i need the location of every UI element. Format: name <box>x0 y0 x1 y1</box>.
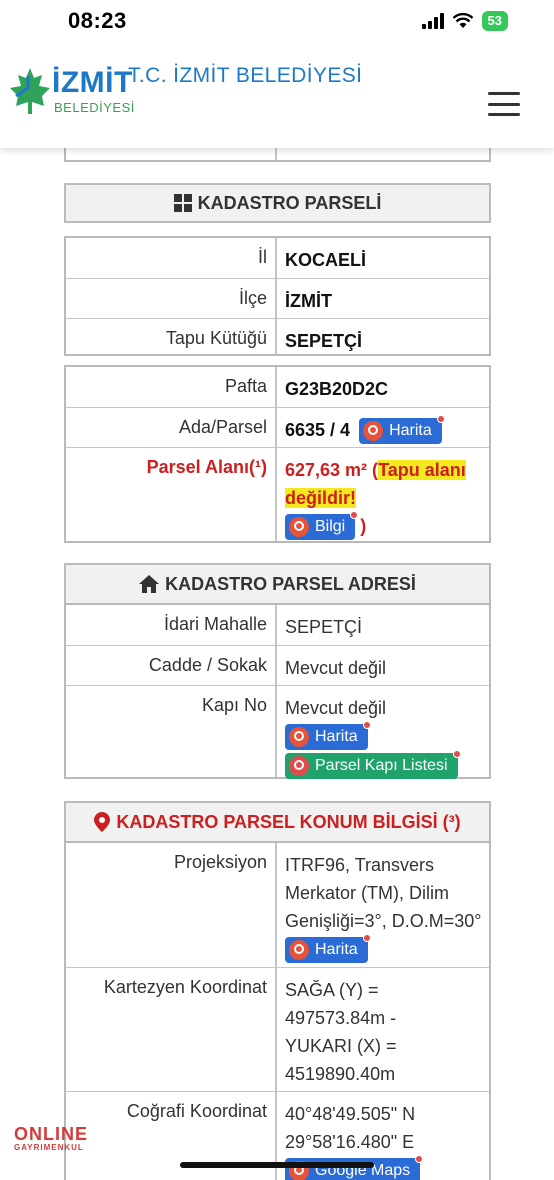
table-row: Projeksiyon ITRF96, Transvers Merkator (… <box>66 843 489 967</box>
status-icons: 53 <box>421 11 508 31</box>
plus-icon <box>289 755 309 776</box>
status-bar: 08:23 53 <box>0 0 554 44</box>
parcel-location-info-table: Projeksiyon ITRF96, Transvers Merkator (… <box>64 841 491 1180</box>
harita-button[interactable]: Harita <box>285 721 371 751</box>
parcel-detail-table: Pafta G23B20D2C Ada/Parsel 6635 / 4 Hari… <box>64 365 491 543</box>
parcel-location-table: İl KOCAELİ İlçe İZMİT Tapu Kütüğü SEPETÇ… <box>64 236 491 356</box>
globe-icon <box>289 517 309 538</box>
section-header-kadastro-parseli: KADASTRO PARSELİ <box>64 183 491 223</box>
logo-izmit-text: İZMİT <box>52 66 133 99</box>
harita-button[interactable]: Harita <box>359 415 445 445</box>
grid-icon <box>173 194 192 212</box>
table-row: Cadde / Sokak Mevcut değil <box>66 645 489 685</box>
hamburger-menu-icon[interactable] <box>488 92 520 116</box>
cellular-signal-icon <box>421 13 444 29</box>
ada-parsel-value: 6635 / 4 <box>285 420 351 440</box>
table-row: İlçe İZMİT <box>66 278 489 318</box>
table-row: Kapı No Mevcut değil Harita Parsel Kapı … <box>66 685 489 779</box>
globe-icon <box>289 727 309 748</box>
home-indicator[interactable] <box>180 1162 374 1168</box>
bilgi-button[interactable]: Bilgi <box>285 511 359 541</box>
table-row: Ada/Parsel 6635 / 4 Harita <box>66 407 489 447</box>
harita-button[interactable]: Harita <box>285 934 371 964</box>
site-header: İZMİT BELEDİYESİ T.C. İZMİT BELEDİYESİ <box>0 44 554 148</box>
maple-leaf-logo-icon[interactable] <box>8 66 52 116</box>
parsel-kapi-listesi-button[interactable]: Parsel Kapı Listesi <box>285 749 461 779</box>
table-row: Parsel Alanı(¹) 627,63 m² (Tapu alanı de… <box>66 447 489 541</box>
parcel-address-table: İdari Mahalle SEPETÇİ Cadde / Sokak Mevc… <box>64 603 491 779</box>
battery-icon: 53 <box>481 11 508 31</box>
page-title[interactable]: T.C. İZMİT BELEDİYESİ <box>128 64 362 88</box>
table-row: İdari Mahalle SEPETÇİ <box>66 605 489 645</box>
table-row: Tapu Kütüğü SEPETÇİ <box>66 318 489 354</box>
parsel-alani-value: 627,63 m² ( <box>285 460 379 480</box>
table-row: Kartezyen Koordinat SAĞA (Y) = 497573.84… <box>66 967 489 1091</box>
table-row: Pafta G23B20D2C <box>66 367 489 407</box>
table-row: İl KOCAELİ <box>66 238 489 278</box>
home-icon <box>139 575 160 593</box>
logo-belediyesi-text: BELEDİYESİ <box>54 100 135 115</box>
globe-icon <box>363 421 384 442</box>
section-header-parsel-adresi: KADASTRO PARSEL ADRESİ <box>64 563 491 605</box>
online-gayrimenkul-watermark: ONLINE GAYRIMENKUL <box>14 1124 89 1152</box>
section-header-konum-bilgisi: KADASTRO PARSEL KONUM BİLGİSİ (³) <box>64 801 491 843</box>
globe-icon <box>289 940 309 961</box>
map-pin-icon <box>94 812 111 832</box>
section-title: KADASTRO PARSELİ <box>197 192 382 213</box>
status-time: 08:23 <box>68 8 127 33</box>
parsel-alani-label: Parsel Alanı(¹) <box>66 448 277 541</box>
wifi-icon <box>452 13 473 28</box>
